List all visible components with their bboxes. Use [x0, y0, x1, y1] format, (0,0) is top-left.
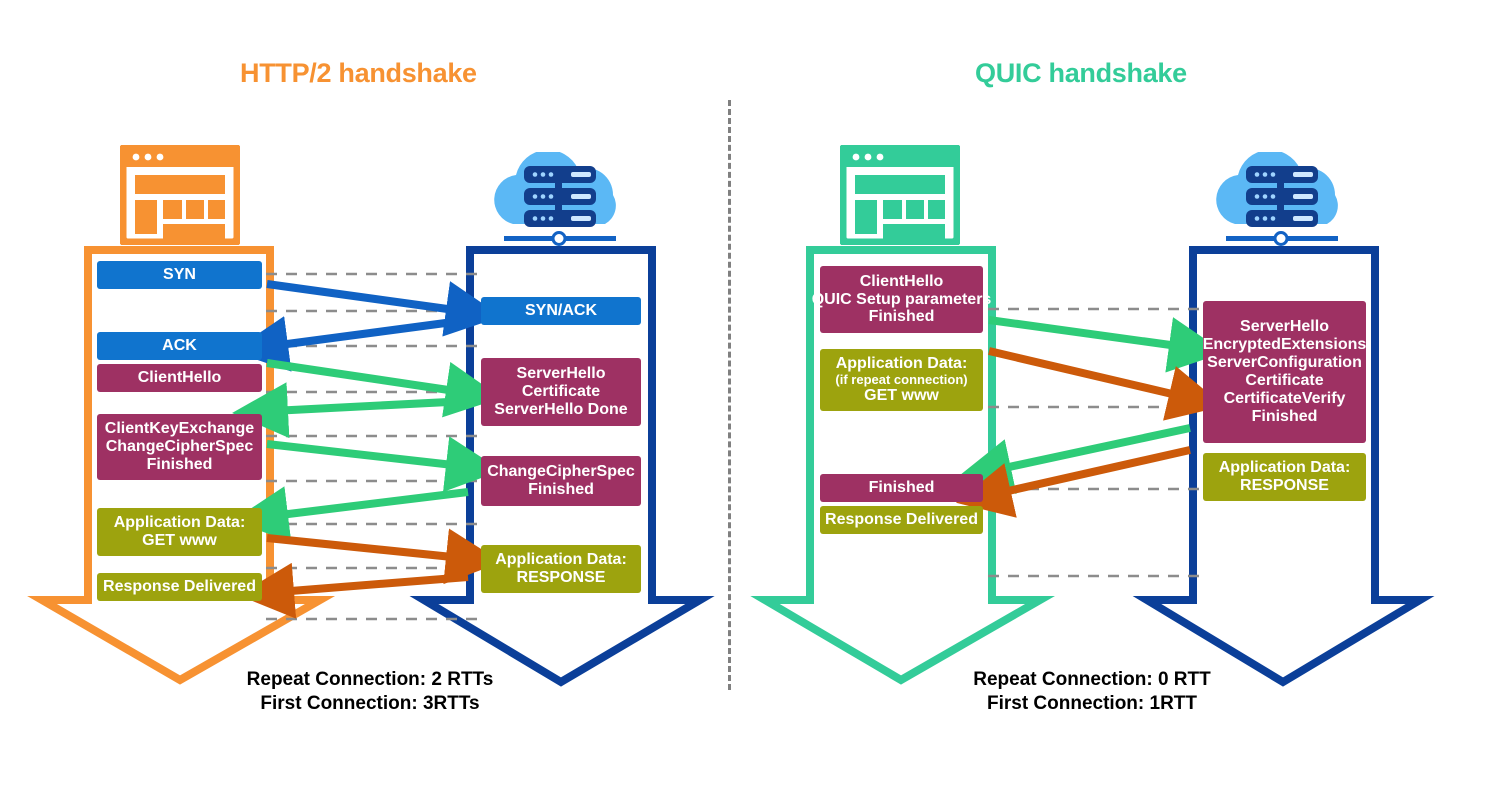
quic-repeat-connection-label: Repeat Connection: 0 RTT: [973, 669, 1211, 690]
msgbox-http2-client-clienthello: ClientHello: [97, 364, 262, 392]
quic-rtt-summary: Repeat Connection: 0 RTT First Connectio…: [968, 668, 1216, 716]
arrow-quic-get-www: [988, 347, 1224, 421]
msgbox-http2-client-syn: SYN: [97, 261, 262, 289]
handshake-comparison-diagram: HTTP/2 handshake QUIC handshake SYN ACK …: [0, 0, 1500, 795]
msgbox-http2-client-ack: ACK: [97, 332, 262, 360]
msgbox-quic-client-clienthello: ClientHello QUIC Setup parameters Finish…: [812, 266, 991, 333]
msgbox-quic-server-serverhello: ServerHello EncryptedExtensions ServerCo…: [1203, 301, 1366, 443]
msgbox-quic-client-finished: Finished: [820, 474, 983, 502]
arrow-quic-serverhello: [955, 424, 1191, 495]
msgbox-http2-server-synack: SYN/ACK: [481, 297, 641, 325]
http2-first-connection-label: First Connection: 3RTTs: [260, 692, 480, 714]
msgbox-quic-client-response-delivered: Response Delivered: [820, 506, 983, 534]
http2-rtt-summary: Repeat Connection: 2 RTTs First Connecti…: [246, 668, 494, 716]
msgbox-quic-client-appdata-get: Application Data: (if repeat connection)…: [820, 349, 983, 411]
msgbox-http2-client-appdata-get: Application Data: GET www: [97, 508, 262, 556]
quic-first-connection-label: First Connection: 1RTT: [986, 692, 1198, 714]
arrow-quic-response: [955, 446, 1191, 518]
quic-guide-lines: [988, 307, 1200, 578]
arrow-quic-clienthello: [988, 316, 1225, 373]
msgbox-http2-client-response-delivered: Response Delivered: [97, 573, 262, 601]
msgbox-http2-server-changecipherspec: ChangeCipherSpec Finished: [481, 456, 641, 506]
http2-repeat-connection-label: Repeat Connection: 2 RTTs: [246, 669, 494, 690]
msgbox-quic-server-appdata-response: Application Data: RESPONSE: [1203, 453, 1366, 501]
msgbox-http2-server-serverhello: ServerHello Certificate ServerHello Done: [481, 358, 641, 426]
msgbox-http2-server-appdata-response: Application Data: RESPONSE: [481, 545, 641, 593]
msgbox-http2-client-clientkeyexchange: ClientKeyExchange ChangeCipherSpec Finis…: [97, 414, 262, 480]
